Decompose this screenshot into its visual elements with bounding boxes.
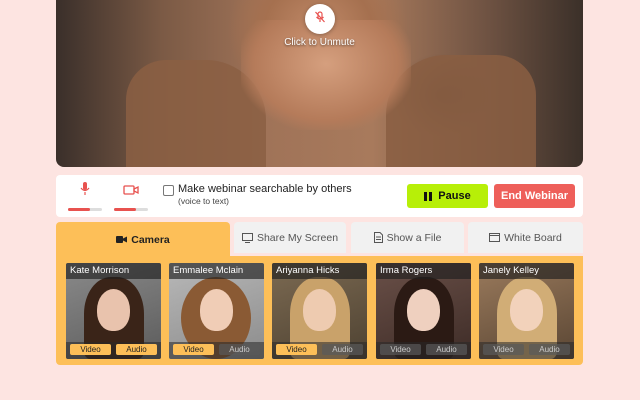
tab-show-file-label: Show a File [386, 231, 442, 244]
video-camera-icon [123, 183, 139, 201]
participant-tile[interactable]: Ariyanna Hicks Video Audio [272, 263, 367, 359]
participant-tile[interactable]: Irma Rogers Video Audio [376, 263, 471, 359]
main-video-stage: Click to Unmute [56, 0, 583, 167]
participant-name: Ariyanna Hicks [272, 263, 367, 279]
pause-button[interactable]: Pause [407, 184, 488, 208]
unmute-label: Click to Unmute [284, 37, 355, 48]
pause-label: Pause [438, 190, 471, 202]
participant-tile[interactable]: Kate Morrison Video Audio [66, 263, 161, 359]
control-bar: Make webinar searchable by others (voice… [56, 175, 583, 217]
audio-toggle[interactable]: Audio [219, 344, 260, 355]
video-toggle[interactable]: Video [276, 344, 317, 355]
microphone-icon [79, 181, 91, 202]
video-toggle[interactable]: Video [380, 344, 421, 355]
pause-icon [424, 191, 433, 201]
video-icon [116, 235, 128, 244]
tab-white-board-label: White Board [504, 231, 562, 244]
tab-camera-label: Camera [131, 233, 170, 246]
mic-toggle[interactable] [68, 181, 102, 211]
audio-toggle[interactable]: Audio [426, 344, 467, 355]
searchable-sublabel: (voice to text) [178, 196, 230, 206]
searchable-checkbox[interactable] [163, 185, 174, 196]
participant-name: Janely Kelley [479, 263, 574, 279]
tab-white-board[interactable]: White Board [468, 222, 583, 253]
whiteboard-icon [489, 233, 501, 242]
participant-face [407, 289, 440, 331]
participant-face [303, 289, 336, 331]
searchable-label: Make webinar searchable by others [178, 183, 352, 195]
mic-level-bar [68, 208, 102, 211]
audio-toggle[interactable]: Audio [116, 344, 157, 355]
participant-face [510, 289, 543, 331]
monitor-icon [241, 232, 253, 243]
participant-face [97, 289, 130, 331]
video-toggle[interactable]: Video [70, 344, 111, 355]
audio-toggle[interactable]: Audio [529, 344, 570, 355]
mic-muted-icon [313, 10, 327, 29]
camera-level-bar [114, 208, 148, 211]
participant-tile[interactable]: Janely Kelley Video Audio [479, 263, 574, 359]
end-webinar-label: End Webinar [500, 190, 569, 202]
participant-name: Irma Rogers [376, 263, 471, 279]
tab-show-file[interactable]: Show a File [351, 222, 464, 253]
participant-tile[interactable]: Emmalee Mclain Video Audio [169, 263, 264, 359]
tab-share-screen-label: Share My Screen [256, 231, 339, 244]
participant-face [200, 289, 233, 331]
video-toggle[interactable]: Video [483, 344, 524, 355]
participant-name: Emmalee Mclain [169, 263, 264, 279]
tab-share-screen[interactable]: Share My Screen [234, 222, 346, 253]
end-webinar-button[interactable]: End Webinar [494, 184, 575, 208]
audio-toggle[interactable]: Audio [322, 344, 363, 355]
unmute-overlay: Click to Unmute [56, 4, 583, 48]
file-icon [373, 232, 383, 243]
video-toggle[interactable]: Video [173, 344, 214, 355]
participant-name: Kate Morrison [66, 263, 161, 279]
tab-camera[interactable]: Camera [56, 222, 230, 257]
unmute-button[interactable] [304, 4, 335, 34]
camera-toggle[interactable] [114, 181, 148, 211]
camera-panel: Kate Morrison Video Audio Emmalee Mclain… [56, 256, 583, 365]
